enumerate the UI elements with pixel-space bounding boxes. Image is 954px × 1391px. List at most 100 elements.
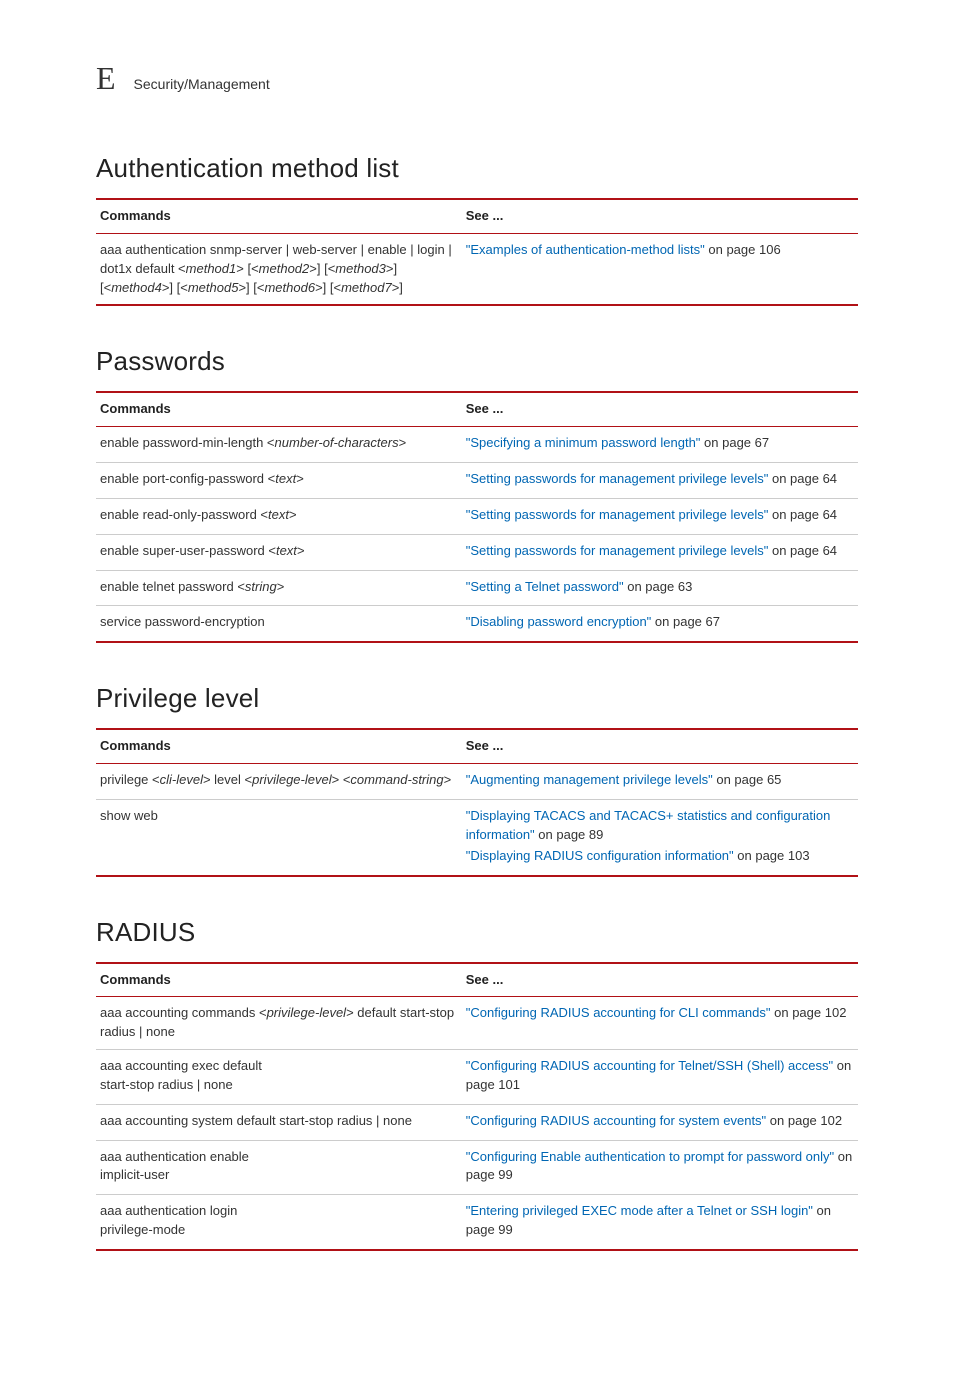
command-cell: show web [96,799,462,875]
see-reference: "Configuring RADIUS accounting for CLI c… [466,1004,854,1023]
commands-table: CommandsSee ...aaa authentication snmp-s… [96,198,858,306]
reference-link[interactable]: "Entering privileged EXEC mode after a T… [466,1203,813,1218]
column-header-see: See ... [462,963,858,997]
reference-suffix: on page 106 [705,242,781,257]
reference-link[interactable]: "Displaying RADIUS configuration informa… [466,848,734,863]
reference-link[interactable]: "Configuring RADIUS accounting for syste… [466,1113,766,1128]
see-cell: "Setting a Telnet password" on page 63 [462,570,858,606]
see-cell: "Configuring RADIUS accounting for CLI c… [462,997,858,1050]
command-text-fragment: text [276,543,297,558]
reference-suffix: on page 65 [713,772,782,787]
reference-link[interactable]: "Setting passwords for management privil… [466,543,769,558]
command-text-fragment: method5 [188,280,239,295]
command-text-fragment: privilege < [100,772,160,787]
column-header-see: See ... [462,392,858,426]
command-cell: enable super-user-password <text> [96,534,462,570]
see-reference: "Setting passwords for management privil… [466,470,854,489]
see-reference: "Examples of authentication-method lists… [466,241,854,260]
command-text-fragment: text [268,507,289,522]
see-reference: "Disabling password encryption" on page … [466,613,854,632]
reference-link[interactable]: "Configuring RADIUS accounting for Telne… [466,1058,833,1073]
command-text-fragment: enable read-only-password < [100,507,268,522]
command-text-fragment: aaa authentication login [100,1203,237,1218]
reference-link[interactable]: "Examples of authentication-method lists… [466,242,705,257]
column-header-commands: Commands [96,392,462,426]
reference-link[interactable]: "Disabling password encryption" [466,614,652,629]
see-cell: "Disabling password encryption" on page … [462,606,858,642]
command-text-fragment: >] [392,280,403,295]
table-row: aaa accounting exec defaultstart-stop ra… [96,1050,858,1105]
appendix-letter: E [96,60,116,97]
reference-link[interactable]: "Setting passwords for management privil… [466,507,769,522]
see-reference: "Setting passwords for management privil… [466,542,854,561]
reference-link[interactable]: "Setting a Telnet password" [466,579,624,594]
reference-suffix: on page 67 [651,614,720,629]
table-row: aaa authentication enableimplicit-user "C… [96,1140,858,1195]
section-title: Privilege level [96,683,858,714]
command-text-fragment: enable super-user-password < [100,543,276,558]
table-row: aaa authentication loginprivilege-mode "E… [96,1195,858,1250]
reference-link[interactable]: "Specifying a minimum password length" [466,435,701,450]
table-row: enable super-user-password <text> "Settin… [96,534,858,570]
command-text-fragment: > < [332,772,351,787]
section-title: Authentication method list [96,153,858,184]
command-cell: aaa authentication enableimplicit-user [96,1140,462,1195]
command-text-fragment: enable password-min-length < [100,435,275,450]
command-cell: aaa authentication loginprivilege-mode [96,1195,462,1250]
command-cell: aaa accounting system default start-stop… [96,1104,462,1140]
table-row: service password-encryption"Disabling pa… [96,606,858,642]
see-reference: "Displaying TACACS and TACACS+ statistic… [466,807,854,845]
see-reference: "Displaying RADIUS configuration informa… [466,847,854,866]
table-row: aaa accounting commands <privilege-level… [96,997,858,1050]
reference-suffix: on page 102 [771,1005,847,1020]
command-cell: aaa accounting exec defaultstart-stop ra… [96,1050,462,1105]
command-text-fragment: method3 [335,261,386,276]
command-text-fragment: >] [< [162,280,188,295]
table-row: aaa accounting system default start-stop… [96,1104,858,1140]
reference-link[interactable]: "Configuring Enable authentication to pr… [466,1149,834,1164]
reference-suffix: on page 64 [768,507,837,522]
reference-suffix: on page 64 [768,543,837,558]
see-cell: "Setting passwords for management privil… [462,463,858,499]
command-text-fragment: enable telnet password < [100,579,245,594]
see-reference: "Configuring RADIUS accounting for syste… [466,1112,854,1131]
section-title: RADIUS [96,917,858,948]
command-text-fragment: method6 [264,280,315,295]
see-reference: "Configuring Enable authentication to pr… [466,1148,854,1186]
see-reference: "Configuring RADIUS accounting for Telne… [466,1057,854,1095]
see-cell: "Displaying TACACS and TACACS+ statistic… [462,799,858,875]
command-text-fragment: aaa authentication enable [100,1149,249,1164]
reference-link[interactable]: "Augmenting management privilege levels" [466,772,713,787]
column-header-see: See ... [462,729,858,763]
section: Privilege levelCommandsSee ...privilege … [96,683,858,876]
command-text-fragment: aaa accounting exec default [100,1058,262,1073]
table-row: enable telnet password <string>"Setting … [96,570,858,606]
commands-table: CommandsSee ...aaa accounting commands <… [96,962,858,1251]
reference-suffix: on page 67 [700,435,769,450]
command-text-fragment: text [275,471,296,486]
command-cell: aaa authentication snmp-server | web-ser… [96,233,462,305]
command-text-fragment: cli-level [160,772,203,787]
reference-suffix: on page 64 [768,471,837,486]
reference-suffix: on page 63 [624,579,693,594]
commands-table: CommandsSee ...privilege <cli-level> lev… [96,728,858,876]
command-text-fragment: privilege-level [252,772,331,787]
command-text-fragment: number-of-characters [275,435,399,450]
command-text-fragment: string [245,579,277,594]
reference-link[interactable]: "Configuring RADIUS accounting for CLI c… [466,1005,771,1020]
reference-link[interactable]: "Displaying TACACS and TACACS+ statistic… [466,808,831,842]
command-text-fragment: > level < [203,772,252,787]
command-text-fragment: > [444,772,452,787]
see-cell: "Augmenting management privilege levels"… [462,764,858,800]
command-cell: enable password-min-length <number-of-ch… [96,427,462,463]
table-row: enable password-min-length <number-of-ch… [96,427,858,463]
commands-table: CommandsSee ...enable password-min-lengt… [96,391,858,643]
table-row: enable port-config-password <text> "Setti… [96,463,858,499]
command-cell: privilege <cli-level> level <privilege-l… [96,764,462,800]
see-cell: "Configuring RADIUS accounting for syste… [462,1104,858,1140]
command-text-fragment: > [399,435,407,450]
reference-link[interactable]: "Setting passwords for management privil… [466,471,769,486]
command-cell: enable port-config-password <text> [96,463,462,499]
see-cell: "Configuring Enable authentication to pr… [462,1140,858,1195]
reference-suffix: on page 103 [734,848,810,863]
